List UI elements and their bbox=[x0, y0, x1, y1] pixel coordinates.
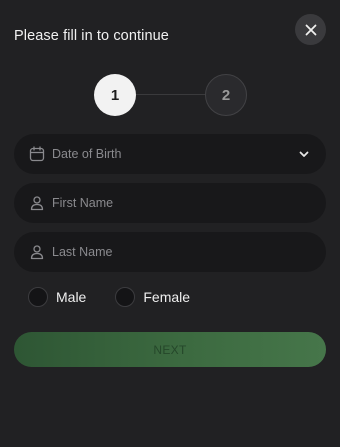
first-name-field[interactable]: First Name bbox=[14, 183, 326, 223]
male-radio[interactable] bbox=[28, 287, 48, 307]
stepper-connector bbox=[136, 94, 206, 95]
gender-option-female[interactable]: Female bbox=[115, 287, 190, 307]
date-of-birth-placeholder: Date of Birth bbox=[52, 147, 122, 161]
step-1: 1 bbox=[94, 74, 136, 116]
close-icon bbox=[305, 24, 316, 35]
date-of-birth-field[interactable]: Date of Birth bbox=[14, 134, 326, 174]
form-modal: Please fill in to continue 1 2 Date of B… bbox=[0, 0, 340, 447]
page-title: Please fill in to continue bbox=[14, 28, 169, 44]
next-button[interactable]: NEXT bbox=[14, 332, 326, 367]
female-label: Female bbox=[143, 289, 191, 305]
step-2: 2 bbox=[205, 74, 247, 116]
gender-radio-group: Male Female bbox=[28, 287, 219, 307]
last-name-field[interactable]: Last Name bbox=[14, 232, 326, 272]
close-button[interactable] bbox=[295, 14, 326, 45]
first-name-placeholder: First Name bbox=[52, 196, 114, 210]
chevron-down-icon bbox=[296, 146, 312, 162]
stepper: 1 2 bbox=[0, 72, 340, 118]
male-label: Male bbox=[56, 289, 87, 305]
calendar-icon bbox=[28, 145, 46, 163]
gender-option-male[interactable]: Male bbox=[28, 287, 86, 307]
female-radio[interactable] bbox=[115, 287, 136, 307]
last-name-placeholder: Last Name bbox=[52, 245, 113, 259]
user-icon bbox=[28, 243, 46, 261]
user-icon bbox=[28, 194, 46, 212]
